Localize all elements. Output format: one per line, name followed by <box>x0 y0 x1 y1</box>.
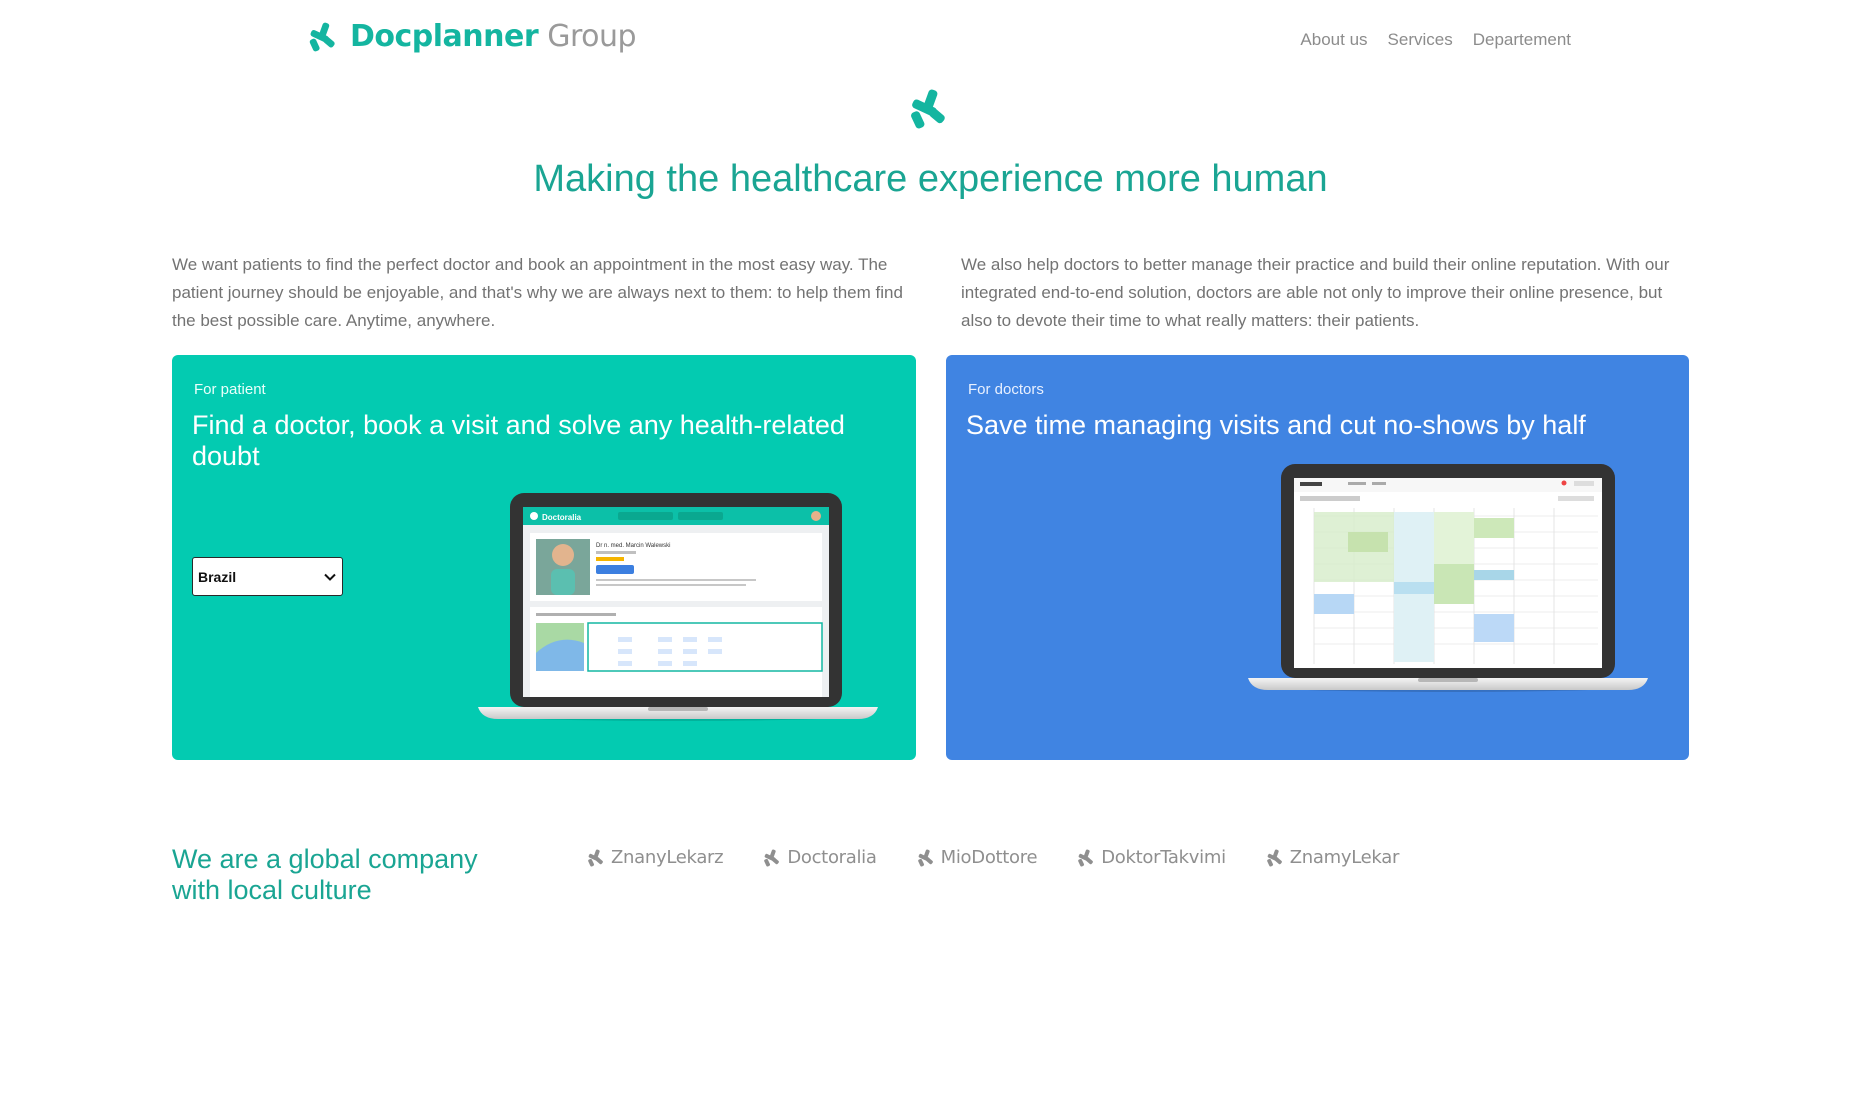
chevron-down-icon <box>324 573 336 581</box>
docplanner-group-logo[interactable]: Docplanner Group <box>306 19 637 54</box>
brand-name: DoktorTakvimi <box>1101 847 1226 868</box>
patient-laptop-screenshot: Doctoralia Dr n. med. Marcin Walewski <box>478 493 878 721</box>
global-company-title: We are a global company with local cultu… <box>172 844 478 906</box>
doctor-card[interactable]: For doctors Save time managing visits an… <box>946 355 1689 760</box>
logo-brand-text: Docplanner <box>350 19 539 54</box>
brand-znamylekar[interactable]: ZnamyLekar <box>1265 847 1399 868</box>
country-select-value: Brazil <box>198 568 237 585</box>
screen-app-name: Doctoralia <box>542 513 582 522</box>
brand-doktortakvimi[interactable]: DoktorTakvimi <box>1076 847 1226 868</box>
brand-mark-icon <box>1266 849 1282 866</box>
brand-znanylekarz[interactable]: ZnanyLekarz <box>586 847 724 868</box>
nav-services[interactable]: Services <box>1388 30 1453 50</box>
docplanner-logo-icon <box>309 22 335 52</box>
brand-doctoralia[interactable]: Doctoralia <box>762 847 877 868</box>
brand-miodottore[interactable]: MioDottore <box>916 847 1038 868</box>
doctor-card-title: Save time managing visits and cut no-sho… <box>966 410 1586 440</box>
brand-name: MioDottore <box>940 847 1038 868</box>
docplanner-hero-icon <box>911 89 945 129</box>
brand-mark-icon <box>764 849 780 866</box>
country-select[interactable]: Brazil <box>192 557 343 596</box>
hero-headline: Making the healthcare experience more hu… <box>533 158 1328 200</box>
brand-logos: ZnanyLekarz Doctoralia MioDottore Doktor… <box>586 847 1399 868</box>
nav-departement[interactable]: Departement <box>1473 30 1571 50</box>
global-title-line2: with local culture <box>172 875 372 905</box>
intro-patients-text: We want patients to find the perfect doc… <box>172 255 903 330</box>
global-title-line1: We are a global company <box>172 844 478 874</box>
brand-mark-icon <box>588 849 603 866</box>
doctor-card-eyebrow: For doctors <box>968 381 1044 398</box>
patient-card[interactable]: For patient Find a doctor, book a visit … <box>172 355 916 760</box>
brand-mark-icon <box>917 849 933 866</box>
doctor-laptop-screenshot <box>1248 464 1648 692</box>
patient-card-eyebrow: For patient <box>194 381 266 398</box>
main-nav: About us Services Departement <box>1300 30 1571 50</box>
patient-card-title: Find a doctor, book a visit and solve an… <box>192 410 845 471</box>
intro-doctors-text: We also help doctors to better manage th… <box>961 255 1670 330</box>
brand-mark-icon <box>1078 849 1094 866</box>
screen-doctor-name: Dr n. med. Marcin Walewski <box>596 543 670 549</box>
nav-about-us[interactable]: About us <box>1300 30 1367 50</box>
brand-name: ZnanyLekarz <box>611 847 724 868</box>
brand-name: ZnamyLekar <box>1289 847 1400 868</box>
logo-group-text: Group <box>547 19 637 54</box>
brand-name: Doctoralia <box>787 847 877 868</box>
